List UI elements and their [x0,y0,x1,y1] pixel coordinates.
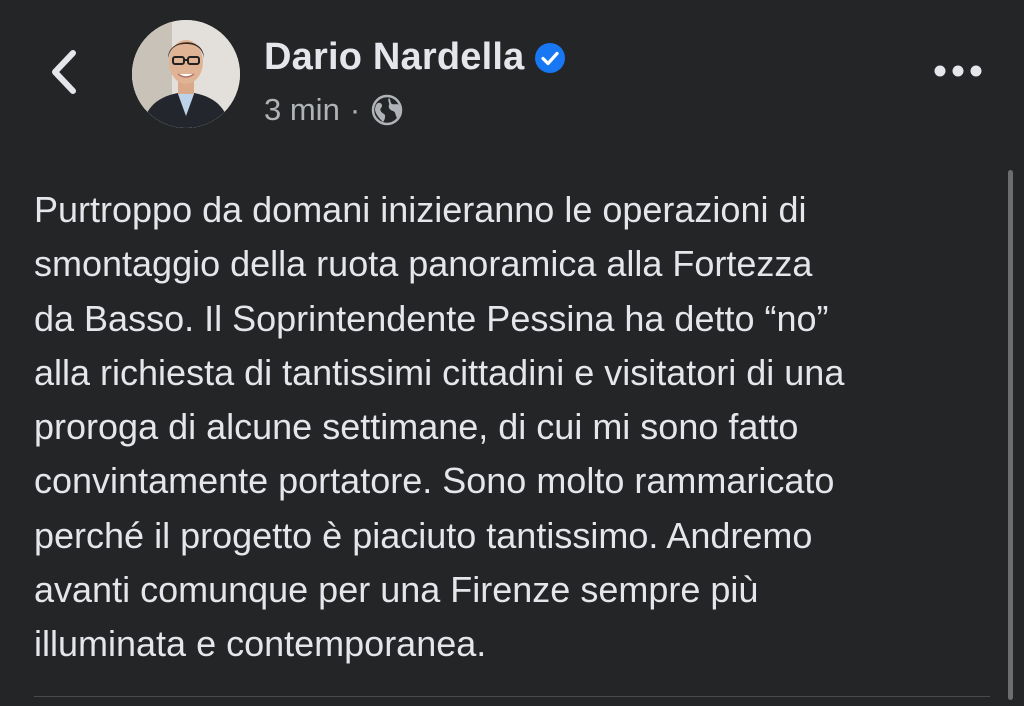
post-body-text: Purtroppo da domani inizieranno le opera… [34,189,845,665]
author-name-label: Dario Nardella [264,36,525,78]
back-button[interactable] [40,46,88,102]
post-timestamp[interactable]: 3 min [264,92,340,128]
meta-separator: · [349,92,361,127]
globe-icon[interactable] [370,93,404,127]
verified-badge-icon [534,42,566,74]
post-meta: 3 min · [264,92,404,128]
divider [34,696,990,697]
chevron-left-icon [49,49,79,100]
avatar[interactable] [132,20,240,128]
scrollbar[interactable] [1008,170,1013,700]
author-name[interactable]: Dario Nardella [264,36,566,79]
more-horizontal-icon [933,64,983,83]
more-options-button[interactable] [930,56,986,90]
